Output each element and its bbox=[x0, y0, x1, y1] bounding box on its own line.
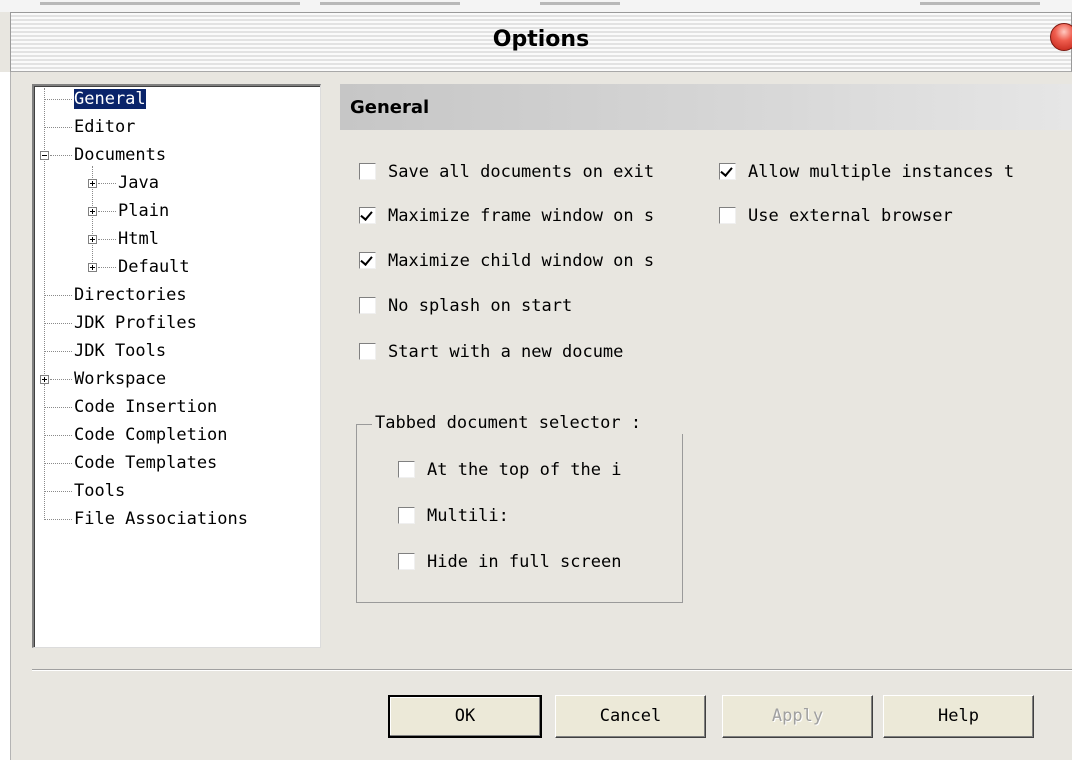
tree-item-documents[interactable]: Documents bbox=[74, 144, 166, 166]
checkbox-box[interactable] bbox=[398, 461, 415, 478]
tree-item-tools[interactable]: Tools bbox=[74, 480, 125, 502]
background-window-strip bbox=[0, 0, 1072, 12]
checkbox-box[interactable] bbox=[398, 507, 415, 524]
multiline-checkbox[interactable]: Multili: bbox=[398, 505, 518, 527]
tree-item-label: Java bbox=[118, 173, 159, 193]
tree-item-code-insertion[interactable]: Code Insertion bbox=[74, 396, 217, 418]
maximize-child-checkbox[interactable]: Maximize child window on s bbox=[359, 250, 714, 272]
tree-item-general[interactable]: General bbox=[73, 88, 147, 110]
tree-item-label: Plain bbox=[118, 201, 170, 221]
checkbox-label: Start with a new docume bbox=[388, 342, 624, 362]
tree-item-label: Tools bbox=[74, 481, 126, 501]
tree-item-directories[interactable]: Directories bbox=[74, 284, 187, 306]
tabs-at-top-checkbox[interactable]: At the top of the i bbox=[398, 459, 656, 481]
tree-item-label: General bbox=[73, 88, 147, 110]
checkbox-label: Hide in full screen bbox=[427, 552, 622, 572]
ok-button[interactable]: OK bbox=[388, 695, 542, 738]
checkbox-label: At the top of the i bbox=[427, 460, 622, 480]
checkbox-label: Use external browser bbox=[748, 206, 953, 226]
checkbox-box[interactable] bbox=[359, 343, 376, 360]
tree-item-label: JDK Tools bbox=[74, 341, 167, 361]
new-document-checkbox[interactable]: Start with a new docume bbox=[359, 341, 669, 363]
checkbox-box[interactable] bbox=[398, 553, 415, 570]
checkbox-label: Maximize child window on s bbox=[388, 251, 655, 271]
checkbox-box[interactable] bbox=[359, 252, 376, 269]
maximize-frame-checkbox[interactable]: Maximize frame window on s bbox=[359, 205, 714, 227]
tree-item-code-completion[interactable]: Code Completion bbox=[74, 424, 228, 446]
tree-item-label: Html bbox=[118, 229, 159, 249]
save-all-checkbox[interactable]: Save all documents on exit bbox=[359, 161, 714, 183]
tree-item-editor[interactable]: Editor bbox=[74, 116, 135, 138]
window-edge bbox=[0, 72, 10, 760]
tree-item-label: Documents bbox=[74, 145, 167, 165]
tree-item-workspace[interactable]: Workspace bbox=[74, 368, 166, 390]
tree-item-label: Editor bbox=[74, 117, 136, 137]
tree-item-label: JDK Profiles bbox=[74, 313, 197, 333]
section-title: General bbox=[340, 84, 1072, 130]
tree-item-default[interactable]: Default bbox=[118, 256, 190, 278]
checkbox-box[interactable] bbox=[719, 163, 736, 180]
collapse-icon[interactable] bbox=[40, 151, 49, 160]
tree-item-label: Default bbox=[118, 257, 190, 277]
expand-icon[interactable] bbox=[88, 235, 97, 244]
tree-item-label: File Associations bbox=[74, 509, 248, 529]
checkbox-label: Maximize frame window on s bbox=[388, 206, 655, 226]
window-title: Options bbox=[492, 27, 590, 52]
apply-button[interactable]: Apply bbox=[722, 695, 873, 738]
tree-item-plain[interactable]: Plain bbox=[118, 200, 169, 222]
tree-item-java[interactable]: Java bbox=[118, 172, 159, 194]
tree-item-label: Code Completion bbox=[74, 425, 228, 445]
no-splash-checkbox[interactable]: No splash on start bbox=[359, 295, 714, 317]
tree-item-label: Code Templates bbox=[74, 453, 218, 473]
tree-item-code-templates[interactable]: Code Templates bbox=[74, 452, 217, 474]
checkbox-label: Allow multiple instances t bbox=[748, 162, 1015, 182]
category-tree[interactable]: General Editor Documents Java Plain Html… bbox=[32, 84, 321, 648]
tree-item-html[interactable]: Html bbox=[118, 228, 159, 250]
allow-multiple-instances-checkbox[interactable]: Allow multiple instances t bbox=[719, 161, 1072, 183]
title-bar[interactable]: Options bbox=[10, 12, 1072, 72]
tree-item-label: Code Insertion bbox=[74, 397, 218, 417]
expand-icon[interactable] bbox=[88, 207, 97, 216]
external-browser-checkbox[interactable]: Use external browser bbox=[719, 205, 1072, 227]
tree-item-label: Workspace bbox=[74, 369, 167, 389]
tree-item-label: Directories bbox=[74, 285, 187, 305]
checkbox-label: Multili: bbox=[427, 506, 509, 526]
cancel-button[interactable]: Cancel bbox=[555, 695, 706, 738]
tree-item-file-associations[interactable]: File Associations bbox=[74, 508, 248, 530]
close-icon[interactable] bbox=[1050, 23, 1072, 51]
tree-item-jdk-profiles[interactable]: JDK Profiles bbox=[74, 312, 197, 334]
checkbox-label: Save all documents on exit bbox=[388, 162, 655, 182]
checkbox-box[interactable] bbox=[719, 207, 736, 224]
hide-full-screen-checkbox[interactable]: Hide in full screen bbox=[398, 551, 663, 573]
help-button[interactable]: Help bbox=[883, 695, 1034, 738]
group-legend: Tabbed document selector : bbox=[372, 412, 683, 434]
checkbox-box[interactable] bbox=[359, 163, 376, 180]
checkbox-box[interactable] bbox=[359, 297, 376, 314]
checkbox-label: No splash on start bbox=[388, 296, 573, 316]
expand-icon[interactable] bbox=[88, 263, 97, 272]
tree-item-jdk-tools[interactable]: JDK Tools bbox=[74, 340, 166, 362]
checkbox-box[interactable] bbox=[359, 207, 376, 224]
expand-icon[interactable] bbox=[40, 375, 49, 384]
separator bbox=[32, 669, 1072, 671]
expand-icon[interactable] bbox=[88, 179, 97, 188]
